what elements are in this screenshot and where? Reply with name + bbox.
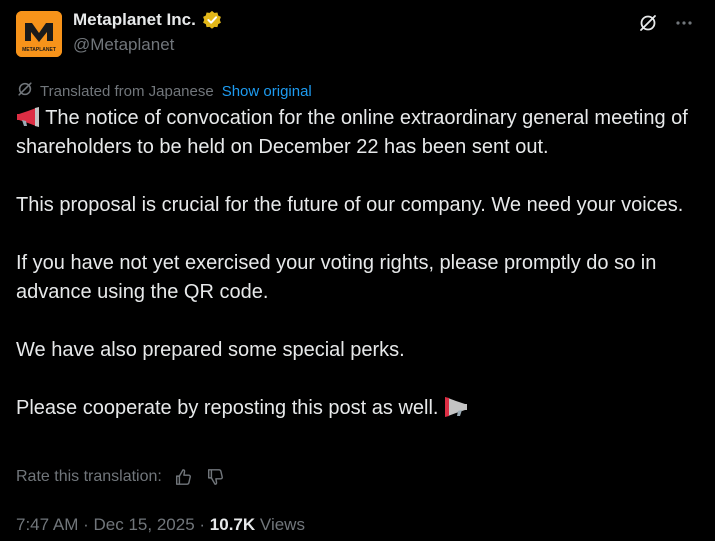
post-paragraph: The notice of convocation for the online… [16, 104, 701, 162]
grok-icon[interactable] [637, 12, 659, 34]
translate-icon [16, 80, 34, 102]
post-paragraph-text: We have also prepared some special perks… [16, 339, 405, 361]
post-paragraph-text: Please cooperate by reposting this post … [16, 397, 439, 419]
metaplanet-logo-icon: METAPLANET [16, 11, 62, 57]
thumbs-up-icon[interactable] [172, 466, 194, 488]
avatar[interactable]: METAPLANET [16, 11, 62, 57]
thumbs-down-icon[interactable] [204, 466, 226, 488]
author-name[interactable]: Metaplanet Inc. [73, 10, 196, 30]
views-count: 10.7K [209, 515, 256, 534]
show-original-link[interactable]: Show original [222, 83, 312, 100]
post-paragraph: We have also prepared some special perks… [16, 336, 701, 365]
author-handle[interactable]: @Metaplanet [73, 35, 174, 55]
megaphone-icon [16, 107, 40, 127]
megaphone-icon [444, 397, 468, 417]
post-paragraph: Please cooperate by reposting this post … [16, 394, 701, 423]
post-time[interactable]: 7:47 AM [16, 515, 78, 534]
post-actions-top [637, 12, 695, 34]
post-paragraph: This proposal is crucial for the future … [16, 191, 701, 220]
meta-separator: · [83, 515, 89, 534]
verified-badge-icon[interactable] [202, 10, 222, 30]
post-paragraph-text: If you have not yet exercised your votin… [16, 252, 657, 303]
rate-label: Rate this translation: [16, 468, 162, 485]
rate-translation: Rate this translation: [16, 466, 226, 488]
post-paragraph: If you have not yet exercised your votin… [16, 249, 701, 307]
post-date[interactable]: Dec 15, 2025 [94, 515, 195, 534]
post-meta: 7:47 AM · Dec 15, 2025 · 10.7K Views [16, 515, 305, 535]
post-paragraph-text: This proposal is crucial for the future … [16, 194, 684, 216]
translation-notice: Translated from Japanese Show original [16, 80, 312, 102]
author-name-row: Metaplanet Inc. [73, 10, 222, 30]
more-icon[interactable] [673, 12, 695, 34]
post-paragraph-text: The notice of convocation for the online… [16, 107, 688, 158]
meta-separator: · [199, 515, 206, 534]
translation-label: Translated from Japanese [40, 82, 214, 100]
avatar-logo-text: METAPLANET [22, 47, 56, 53]
views-label: Views [259, 515, 305, 534]
post-text: The notice of convocation for the online… [16, 104, 701, 423]
